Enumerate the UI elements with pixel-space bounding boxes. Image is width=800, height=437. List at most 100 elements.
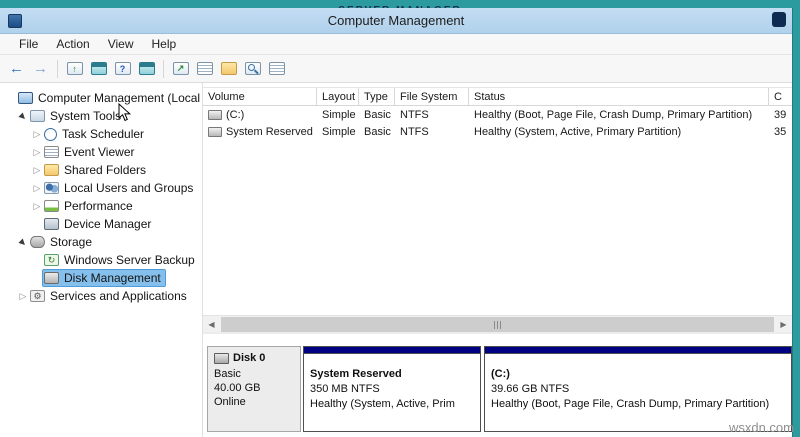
watermark: wsxdn.com <box>728 420 794 435</box>
tree-item-label: Services and Applications <box>50 289 187 303</box>
menubar: File Action View Help <box>0 34 792 55</box>
volume-file-system: NTFS <box>400 108 429 121</box>
main-area: Computer Management (Local System Tools … <box>0 83 792 437</box>
tree-item-storage[interactable]: Storage <box>0 233 202 251</box>
users-icon <box>44 182 59 194</box>
volume-icon <box>208 126 222 137</box>
volume-name: (C:) <box>226 108 245 121</box>
tree-item-device-manager[interactable]: Device Manager <box>0 215 202 233</box>
volume-name: System Reserved <box>226 125 313 138</box>
column-header-type[interactable]: Type <box>359 88 395 106</box>
partition-name: System Reserved <box>310 368 402 380</box>
tree-item-label: Event Viewer <box>64 145 135 159</box>
partition-system-reserved[interactable]: System Reserved 350 MB NTFS Healthy (Sys… <box>303 346 481 432</box>
tree-item-label: Disk Management <box>64 271 161 285</box>
collapse-arrow-icon[interactable] <box>17 112 29 121</box>
partition-health: Healthy (Boot, Page File, Crash Dump, Pr… <box>491 398 770 410</box>
partition-name: (C:) <box>491 368 510 380</box>
column-header-file-system[interactable]: File System <box>395 88 469 106</box>
up-level-icon[interactable]: ↑ <box>64 58 85 79</box>
scrollbar-grip <box>493 320 503 329</box>
tree-item-label: Storage <box>50 235 93 249</box>
tree-item-label: Task Scheduler <box>62 127 145 141</box>
column-header-capacity[interactable]: C <box>769 88 792 106</box>
tree-item-label: Shared Folders <box>64 163 147 177</box>
disk-management-icon <box>44 272 59 284</box>
shared-folders-icon <box>44 164 59 176</box>
volume-type: Basic <box>364 108 391 121</box>
titlebar: Computer Management <box>0 8 792 34</box>
event-viewer-icon <box>44 146 59 158</box>
menu-action[interactable]: Action <box>47 35 98 53</box>
scroll-left-icon[interactable]: ◀ <box>203 316 220 333</box>
menu-help[interactable]: Help <box>143 35 186 53</box>
tree-item-disk-management[interactable]: Disk Management <box>0 269 202 287</box>
tree-item-performance[interactable]: Performance <box>0 197 202 215</box>
scrollbar-thumb[interactable] <box>221 316 774 332</box>
search-icon[interactable] <box>242 58 263 79</box>
views-icon[interactable] <box>266 58 287 79</box>
volume-type: Basic <box>364 125 391 138</box>
menu-file[interactable]: File <box>10 35 47 53</box>
tree-item-local-users-and-groups[interactable]: Local Users and Groups <box>0 179 202 197</box>
tree-item-windows-server-backup[interactable]: ↻ Windows Server Backup <box>0 251 202 269</box>
tree-item-services-and-applications[interactable]: ⚙ Services and Applications <box>0 287 202 305</box>
tree-item-label: System Tools <box>50 109 122 123</box>
menu-view[interactable]: View <box>99 35 143 53</box>
expand-arrow-icon[interactable] <box>31 183 43 194</box>
window-title: Computer Management <box>327 13 465 28</box>
task-scheduler-icon <box>44 127 57 141</box>
disk0-header-box[interactable]: Disk 0 Basic 40.00 GB Online <box>207 346 301 432</box>
services-icon: ⚙ <box>30 290 45 302</box>
tree-item-computer-management[interactable]: Computer Management (Local <box>0 89 202 107</box>
column-header-volume[interactable]: Volume <box>203 88 317 106</box>
cropped-browser-header: SERVER MANAGER <box>0 0 800 8</box>
export-list-icon[interactable]: ↗ <box>170 58 191 79</box>
volume-capacity: 39 <box>774 108 787 121</box>
column-header-layout[interactable]: Layout <box>317 88 359 106</box>
help-icon[interactable]: ? <box>112 58 133 79</box>
properties-icon[interactable] <box>194 58 215 79</box>
volume-row-c[interactable]: (C:) Simple Basic NTFS Healthy (Boot, Pa… <box>203 106 792 123</box>
performance-icon <box>44 200 59 212</box>
open-folder-icon[interactable] <box>218 58 239 79</box>
partition-size: 39.66 GB NTFS <box>491 383 570 395</box>
storage-icon <box>30 236 45 248</box>
partition-color-bar <box>485 347 791 354</box>
tree-item-system-tools[interactable]: System Tools <box>0 107 202 125</box>
tree-item-label: Device Manager <box>64 217 152 231</box>
disk-status: Online <box>214 396 246 408</box>
expand-arrow-icon[interactable] <box>31 129 43 140</box>
volume-icon <box>208 109 222 120</box>
tree-item-event-viewer[interactable]: Event Viewer <box>0 143 202 161</box>
column-header-status[interactable]: Status <box>469 88 769 106</box>
volume-layout: Simple <box>322 108 356 121</box>
volume-row-system-reserved[interactable]: System Reserved Simple Basic NTFS Health… <box>203 123 792 140</box>
console-window-icon[interactable] <box>136 58 157 79</box>
device-manager-icon <box>44 218 59 230</box>
toolbar-separator <box>57 59 58 78</box>
collapse-arrow-icon[interactable] <box>17 238 29 247</box>
partition-color-bar <box>304 347 480 354</box>
console-tree: Computer Management (Local System Tools … <box>0 83 203 437</box>
details-pane: Volume Layout Type File System Status C … <box>203 83 792 437</box>
window-control-icon[interactable] <box>772 12 786 27</box>
app-icon[interactable] <box>8 14 22 28</box>
system-tools-icon <box>30 110 45 122</box>
horizontal-scrollbar[interactable]: ◀ ▶ <box>203 315 792 332</box>
tree-item-task-scheduler[interactable]: Task Scheduler <box>0 125 202 143</box>
disk-type: Basic <box>214 368 241 380</box>
partition-health: Healthy (System, Active, Prim <box>310 398 455 410</box>
show-console-tree-icon[interactable] <box>88 58 109 79</box>
scroll-right-icon[interactable]: ▶ <box>775 316 792 333</box>
disk-size: 40.00 GB <box>214 382 261 394</box>
expand-arrow-icon[interactable] <box>17 291 29 302</box>
tree-item-label: Performance <box>64 199 133 213</box>
back-icon[interactable]: ← <box>6 58 27 79</box>
expand-arrow-icon[interactable] <box>31 165 43 176</box>
tree-item-shared-folders[interactable]: Shared Folders <box>0 161 202 179</box>
toolbar-separator <box>163 59 164 78</box>
forward-icon[interactable]: → <box>30 58 51 79</box>
expand-arrow-icon[interactable] <box>31 201 43 212</box>
expand-arrow-icon[interactable] <box>31 147 43 158</box>
